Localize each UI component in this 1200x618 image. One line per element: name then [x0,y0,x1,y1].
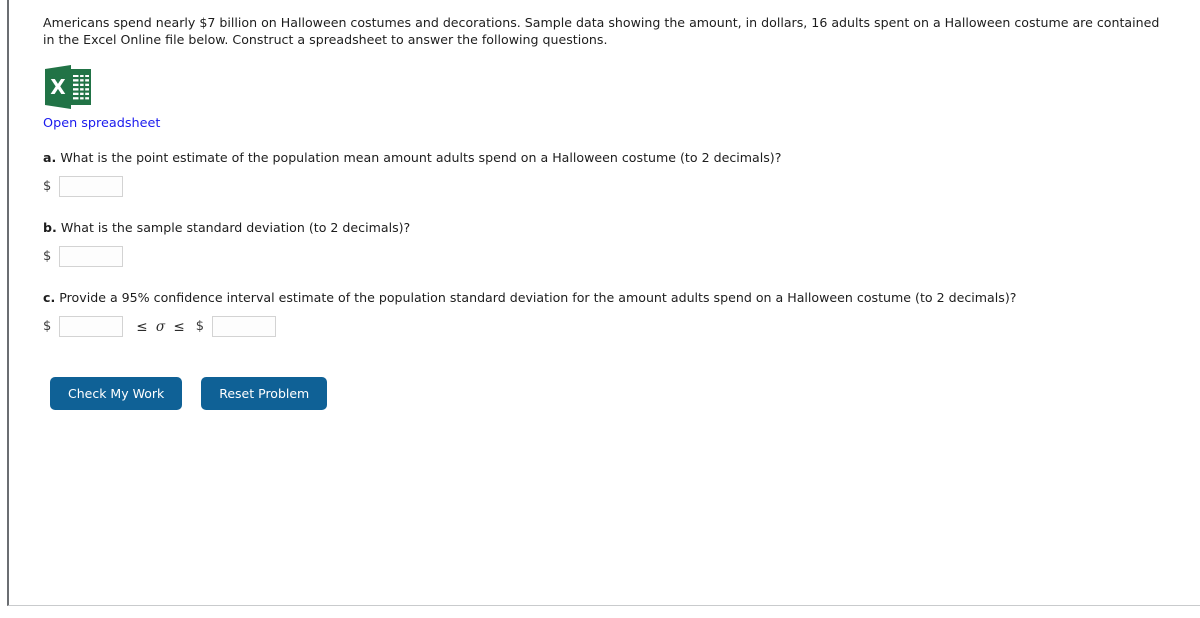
svg-text:X: X [50,75,66,99]
answer-input-b[interactable] [59,246,124,267]
answer-input-a[interactable] [59,176,124,197]
question-a-label: a. [43,150,57,165]
question-c-label: c. [43,290,56,305]
currency-symbol-c-upper: $ [195,319,204,334]
question-a: a. What is the point estimate of the pop… [43,149,1173,166]
answer-row-b: $ [43,246,1173,267]
question-c-text: Provide a 95% confidence interval estima… [59,290,1017,305]
less-equal-right: ≤ [173,318,187,335]
check-my-work-button[interactable]: Check My Work [50,377,183,410]
question-b: b. What is the sample standard deviation… [43,219,1173,236]
question-b-label: b. [43,220,57,235]
answer-input-c-upper[interactable] [212,316,276,337]
answer-row-a: $ [43,176,1173,197]
less-equal-left: ≤ [136,318,150,335]
currency-symbol-a: $ [43,179,52,194]
reset-problem-button[interactable]: Reset Problem [201,377,328,410]
open-spreadsheet-link[interactable]: Open spreadsheet [43,116,160,131]
action-buttons: Check My Work Reset Problem [50,377,1173,410]
excel-icon[interactable]: X [43,65,93,109]
inequality-sigma-label: ≤ σ ≤ [136,319,186,335]
page-frame: Americans spend nearly $7 billion on Hal… [7,0,1200,606]
problem-intro-text: Americans spend nearly $7 billion on Hal… [43,15,1160,47]
open-spreadsheet-block: X Open spreadsheet [43,65,1173,131]
answer-input-c-lower[interactable] [59,316,124,337]
question-a-text: What is the point estimate of the popula… [60,150,782,165]
answer-row-c: $ ≤ σ ≤ $ [43,316,1173,337]
problem-content: Americans spend nearly $7 billion on Hal… [43,14,1173,410]
currency-symbol-c-lower: $ [43,319,52,334]
currency-symbol-b: $ [43,249,52,264]
question-c: c. Provide a 95% confidence interval est… [43,289,1173,306]
sigma-symbol: σ [155,318,168,335]
question-b-text: What is the sample standard deviation (t… [60,220,411,235]
